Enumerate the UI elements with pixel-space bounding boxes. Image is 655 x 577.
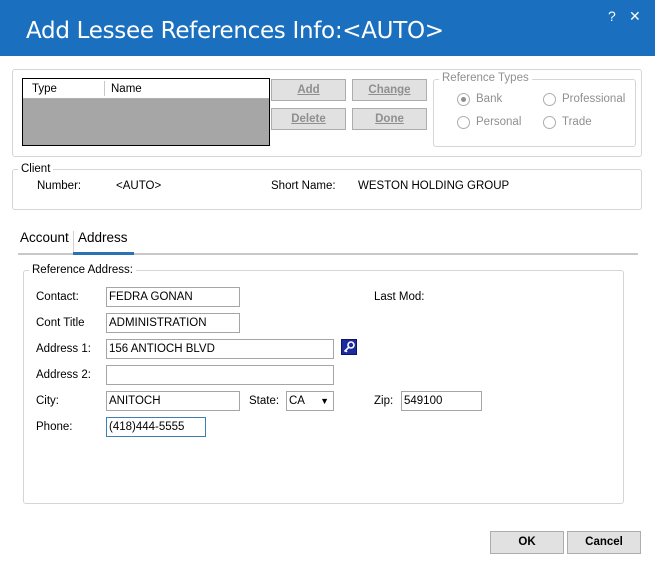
tab-active-indicator [73,252,134,255]
ok-button[interactable]: OK [490,531,564,554]
chevron-down-icon: ▼ [320,396,329,406]
radio-personal-label: Personal [476,116,522,128]
help-icon[interactable]: ? [608,8,616,24]
contact-label: Contact: [36,291,79,303]
tab-account[interactable]: Account [20,230,69,245]
reference-types-legend: Reference Types [439,72,532,84]
state-label: State: [249,395,280,407]
key-icon [343,341,355,353]
window-title: Add Lessee References Info:<AUTO> [26,18,444,44]
reference-address-legend: Reference Address: [29,264,137,276]
phone-label: Phone: [36,421,73,433]
radio-bank[interactable] [457,93,470,106]
close-icon[interactable]: ✕ [629,8,641,25]
address2-label: Address 2: [36,369,91,381]
cont-title-label: Cont Title [36,317,85,329]
contact-field[interactable]: FEDRA GONAN [106,287,240,307]
state-select-value: CA [289,395,305,407]
client-short-name-value: WESTON HOLDING GROUP [358,180,510,192]
last-mod-label: Last Mod: [374,291,425,303]
client-short-name-label: Short Name: [271,180,336,192]
zip-label: Zip: [374,395,394,407]
city-field[interactable]: ANITOCH [106,391,240,411]
column-type[interactable]: Type [32,83,57,95]
cancel-button[interactable]: Cancel [567,531,641,554]
radio-trade[interactable] [543,116,556,129]
city-label: City: [36,395,59,407]
radio-personal[interactable] [457,116,470,129]
client-number-value: <AUTO> [116,180,162,192]
address1-field[interactable]: 156 ANTIOCH BLVD [106,339,334,359]
references-grid-header: Type Name [23,79,269,99]
radio-trade-label: Trade [562,116,592,128]
column-name[interactable]: Name [111,83,142,95]
address2-field[interactable] [106,365,334,385]
radio-bank-label: Bank [476,93,503,105]
cont-title-field[interactable]: ADMINISTRATION [106,313,240,333]
phone-field[interactable]: (418)444-5555 [106,417,206,437]
radio-professional[interactable] [543,93,556,106]
address-lookup-button[interactable] [341,339,357,355]
zip-field[interactable]: 549100 [401,391,482,411]
change-button[interactable]: Change [352,79,427,101]
delete-button[interactable]: Delete [271,108,346,130]
address1-label: Address 1: [36,343,91,355]
done-button[interactable]: Done [352,108,427,130]
client-number-label: Number: [37,180,82,192]
reference-types-group [433,79,636,147]
add-button[interactable]: Add [271,79,346,101]
radio-professional-label: Professional [562,93,626,105]
tab-address[interactable]: Address [78,230,128,245]
state-select[interactable]: CA ▼ [286,391,334,411]
client-legend: Client [18,163,54,175]
